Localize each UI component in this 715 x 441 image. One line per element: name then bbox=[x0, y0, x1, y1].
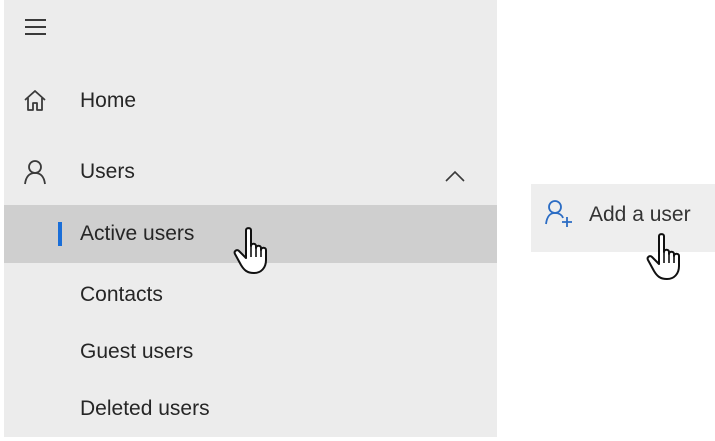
nav-item-label: Users bbox=[80, 160, 135, 183]
add-user-button[interactable]: Add a user bbox=[531, 184, 715, 252]
sidebar-item-label: Guest users bbox=[80, 340, 194, 363]
hamburger-menu-icon[interactable] bbox=[25, 18, 46, 36]
add-user-label: Add a user bbox=[589, 203, 691, 226]
nav-item-users[interactable]: Users bbox=[4, 143, 497, 201]
screenshot-stage: Home Users Active users Contacts Guest u… bbox=[0, 0, 715, 441]
sidebar-item-label: Contacts bbox=[80, 283, 163, 306]
chevron-up-icon[interactable] bbox=[444, 165, 466, 182]
sidebar-item-label: Deleted users bbox=[80, 397, 210, 420]
navigation-panel: Home Users Active users Contacts Guest u… bbox=[4, 0, 497, 437]
nav-item-home[interactable]: Home bbox=[4, 72, 497, 130]
sidebar-item-deleted-users[interactable]: Deleted users bbox=[4, 380, 497, 438]
active-indicator bbox=[58, 222, 62, 246]
nav-item-label: Home bbox=[80, 89, 137, 112]
sidebar-item-active-users[interactable]: Active users bbox=[4, 205, 497, 263]
sidebar-item-label: Active users bbox=[80, 222, 195, 245]
person-icon bbox=[22, 159, 48, 185]
home-icon bbox=[22, 88, 48, 114]
sidebar-item-guest-users[interactable]: Guest users bbox=[4, 323, 497, 381]
add-person-icon bbox=[544, 199, 574, 229]
sidebar-item-contacts[interactable]: Contacts bbox=[4, 266, 497, 324]
